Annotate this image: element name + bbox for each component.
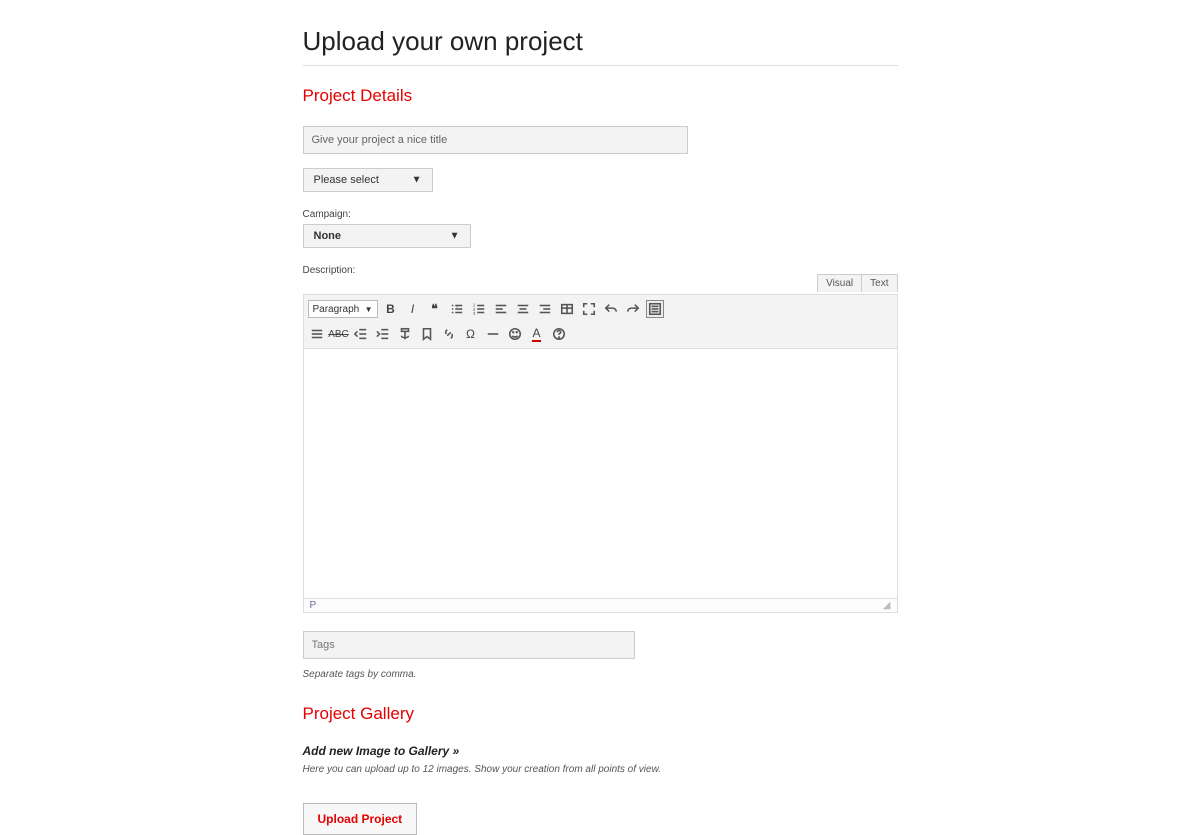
emoji-icon[interactable]	[506, 325, 524, 343]
editor-content-area[interactable]	[303, 349, 898, 599]
numbered-list-icon[interactable]: 123	[470, 300, 488, 318]
page-title: Upload your own project	[303, 26, 898, 66]
section-project-details-heading: Project Details	[303, 86, 898, 106]
caret-down-icon: ▼	[450, 231, 460, 242]
svg-text:3: 3	[472, 311, 475, 316]
redo-icon[interactable]	[624, 300, 642, 318]
campaign-label: Campaign:	[303, 209, 898, 220]
bulleted-list-icon[interactable]	[448, 300, 466, 318]
strikethrough-icon[interactable]: ABC	[330, 325, 348, 343]
caret-down-icon: ▼	[412, 175, 422, 186]
project-title-input[interactable]	[303, 126, 688, 154]
omega-icon[interactable]: Ω	[462, 325, 480, 343]
justify-icon[interactable]	[308, 325, 326, 343]
italic-icon[interactable]: I	[404, 300, 422, 318]
anchor-icon[interactable]	[396, 325, 414, 343]
category-select[interactable]: Please select ▼	[303, 168, 433, 192]
help-icon[interactable]	[550, 325, 568, 343]
rich-text-editor: Visual Text Paragraph ▼ B I ❝ 123	[303, 294, 898, 613]
bold-icon[interactable]: B	[382, 300, 400, 318]
text-color-icon[interactable]: A	[528, 325, 546, 343]
category-select-value: Please select	[314, 174, 379, 186]
upload-project-button[interactable]: Upload Project	[303, 803, 418, 835]
align-center-icon[interactable]	[514, 300, 532, 318]
tags-input[interactable]	[303, 631, 635, 659]
undo-icon[interactable]	[602, 300, 620, 318]
editor-tab-text[interactable]: Text	[861, 274, 897, 292]
resize-handle-icon[interactable]: ◢	[883, 599, 891, 612]
format-select-value: Paragraph	[313, 304, 360, 315]
editor-status-path: P	[310, 599, 317, 612]
campaign-select[interactable]: None ▼	[303, 224, 471, 248]
toolbar-toggle-icon[interactable]	[646, 300, 664, 318]
campaign-select-value: None	[314, 230, 342, 242]
format-select[interactable]: Paragraph ▼	[308, 300, 378, 318]
align-left-icon[interactable]	[492, 300, 510, 318]
caret-down-icon: ▼	[365, 305, 373, 314]
fullscreen-icon[interactable]	[580, 300, 598, 318]
editor-tab-visual[interactable]: Visual	[817, 274, 862, 292]
add-image-link[interactable]: Add new Image to Gallery »	[303, 744, 898, 758]
table-icon[interactable]	[558, 300, 576, 318]
blockquote-icon[interactable]: ❝	[426, 300, 444, 318]
gallery-hint: Here you can upload up to 12 images. Sho…	[303, 764, 898, 775]
section-gallery-heading: Project Gallery	[303, 704, 898, 724]
align-right-icon[interactable]	[536, 300, 554, 318]
unlink-icon[interactable]	[440, 325, 458, 343]
outdent-icon[interactable]	[352, 325, 370, 343]
description-label: Description:	[303, 265, 898, 276]
indent-icon[interactable]	[374, 325, 392, 343]
editor-toolbar: Paragraph ▼ B I ❝ 123 ABC	[303, 294, 898, 349]
bookmark-icon[interactable]	[418, 325, 436, 343]
horizontal-rule-icon[interactable]	[484, 325, 502, 343]
tags-hint: Separate tags by comma.	[303, 669, 898, 680]
